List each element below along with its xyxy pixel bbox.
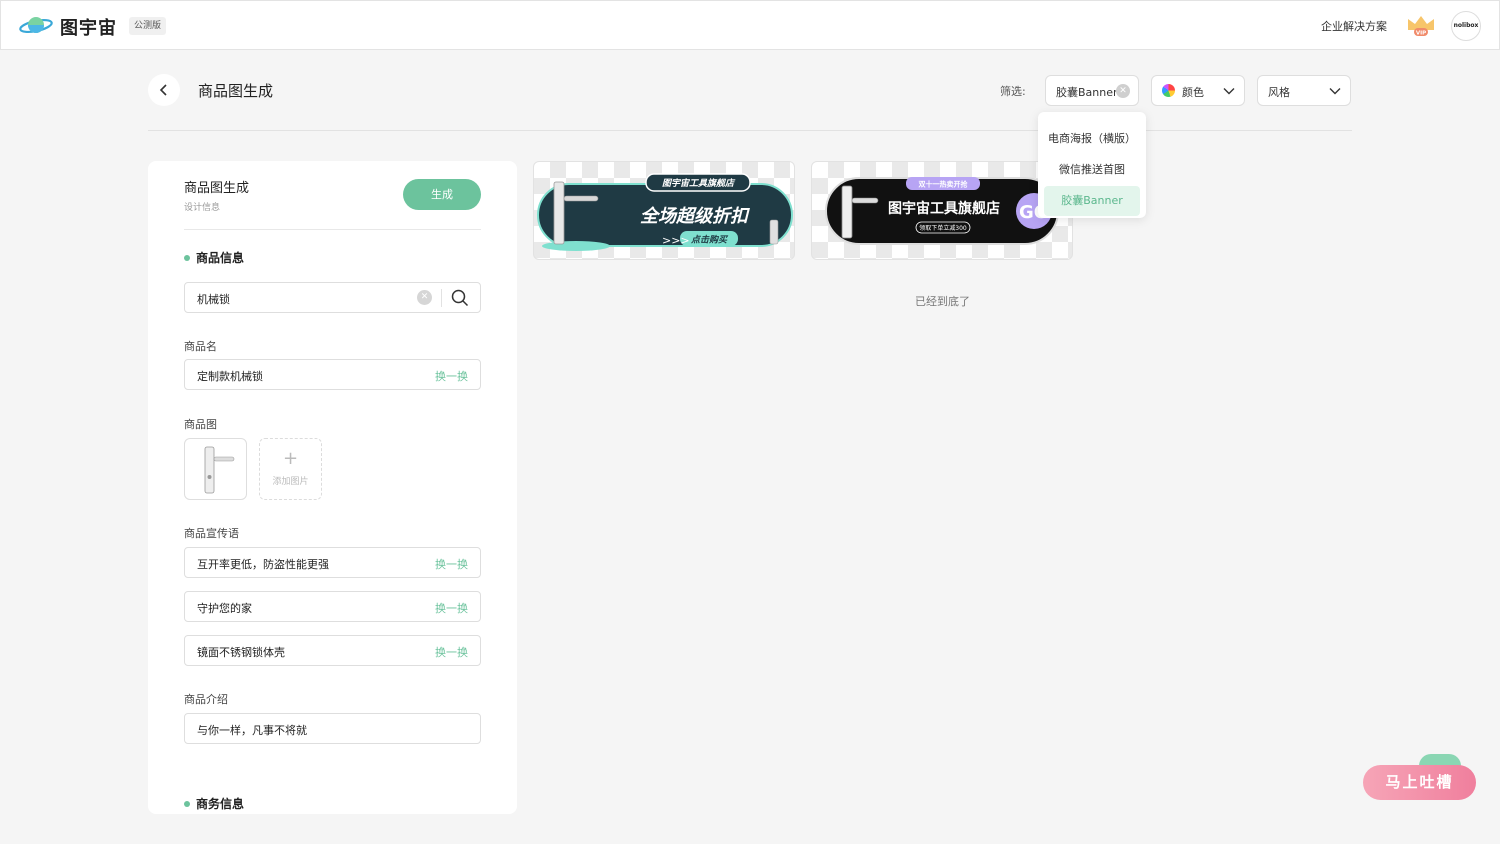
generate-button[interactable]: 生成 xyxy=(403,179,481,210)
add-image-button[interactable]: + 添加图片 xyxy=(259,438,322,500)
section-dot xyxy=(184,254,190,261)
design-info-panel: 商品图生成 设计信息 生成 商品信息 机械锁 ✕ 商品名 定制款机械锁 换一换 … xyxy=(148,161,517,814)
vip-crown-icon[interactable]: VIP xyxy=(1405,14,1437,38)
size-filter-value: 胶囊Banner xyxy=(1056,86,1118,99)
feedback-button[interactable]: 马上吐槽 xyxy=(1363,765,1476,800)
product-info-heading: 商品信息 xyxy=(184,249,244,266)
slogan-value: 镜面不锈钢锁体壳 xyxy=(197,646,285,659)
product-image-label: 商品图 xyxy=(184,418,217,431)
swap-button[interactable]: 换一换 xyxy=(435,644,468,660)
header-divider xyxy=(148,130,1352,131)
end-of-list-text: 已经到底了 xyxy=(915,295,970,308)
avatar[interactable]: nolibox xyxy=(1451,11,1481,41)
slogan-input[interactable]: 互开率更低，防盗性能更强 换一换 xyxy=(184,547,481,578)
size-filter-dropdown: 电商海报（横版） 微信推送首图 胶囊Banner xyxy=(1038,112,1146,218)
product-intro-input[interactable]: 与你一样，凡事不将就 xyxy=(184,713,481,744)
business-info-heading: 商务信息 xyxy=(184,795,244,812)
vip-label: VIP xyxy=(1416,31,1426,37)
slogan-value: 互开率更低，防盗性能更强 xyxy=(197,558,329,571)
door-lock-image xyxy=(204,446,235,494)
chevron-down-icon xyxy=(1223,88,1235,95)
dropdown-option-ecommerce-poster[interactable]: 电商海报（横版） xyxy=(1044,124,1140,154)
product-intro-value: 与你一样，凡事不将就 xyxy=(197,724,307,737)
color-wheel-icon xyxy=(1162,84,1175,97)
swap-button[interactable]: 换一换 xyxy=(435,368,468,384)
color-filter-label: 颜色 xyxy=(1182,86,1204,99)
card-cta: 点击购买 xyxy=(690,235,729,246)
top-bar: 图宇宙 公测版 企业解决方案 VIP nolibox xyxy=(0,0,1500,50)
product-name-label: 商品名 xyxy=(184,340,217,353)
plus-icon: + xyxy=(282,448,299,469)
clear-icon[interactable]: ✕ xyxy=(1116,84,1130,98)
panel-title: 商品图生成 xyxy=(184,181,250,196)
dropdown-option-wechat-cover[interactable]: 微信推送首图 xyxy=(1044,155,1140,185)
brand-name[interactable]: 图宇宙 xyxy=(60,14,117,40)
product-name-value: 定制款机械锁 xyxy=(197,370,263,383)
filter-label: 筛选: xyxy=(1000,85,1026,98)
swap-button[interactable]: 换一换 xyxy=(435,600,468,616)
slogan-label: 商品宣传语 xyxy=(184,527,239,540)
product-image-thumbnail[interactable] xyxy=(184,438,247,500)
product-name-input[interactable]: 定制款机械锁 换一换 xyxy=(184,359,481,390)
slogan-input[interactable]: 守护您的家 换一换 xyxy=(184,591,481,622)
dropdown-option-capsule-banner[interactable]: 胶囊Banner xyxy=(1044,186,1140,216)
chevron-left-icon xyxy=(159,84,167,96)
style-filter-label: 风格 xyxy=(1268,86,1290,99)
card-store-tag: 图宇宙工具旗舰店 xyxy=(662,178,736,189)
planet-logo-icon[interactable] xyxy=(19,13,53,39)
slogan-value: 守护您的家 xyxy=(197,602,252,615)
enterprise-solutions-link[interactable]: 企业解决方案 xyxy=(1321,18,1387,34)
beta-badge: 公测版 xyxy=(129,17,167,35)
capsule-banner-preview: 双十一热卖开抢 图宇宙工具旗舰店 领取下单立减300 GO xyxy=(825,177,1059,245)
search-value: 机械锁 xyxy=(197,293,230,306)
svg-text:>>>: >>> xyxy=(662,234,690,247)
product-search-input[interactable]: 机械锁 ✕ xyxy=(184,282,481,313)
capsule-banner-preview: 图宇宙工具旗舰店 全场超级折扣 点击购买 >>> xyxy=(537,173,793,251)
panel-divider xyxy=(184,229,481,230)
search-icon[interactable] xyxy=(451,289,469,307)
chevron-down-icon xyxy=(1329,88,1341,95)
product-intro-label: 商品介绍 xyxy=(184,693,228,706)
card-headline: 全场超级折扣 xyxy=(640,206,750,227)
search-separator xyxy=(441,289,442,307)
card-promo-tag: 双十一热卖开抢 xyxy=(919,180,969,189)
style-filter-select[interactable]: 风格 xyxy=(1257,75,1351,106)
result-card[interactable]: 双十一热卖开抢 图宇宙工具旗舰店 领取下单立减300 GO xyxy=(811,161,1073,260)
clear-icon[interactable]: ✕ xyxy=(417,290,432,305)
panel-subtitle: 设计信息 xyxy=(184,203,221,213)
page-title: 商品图生成 xyxy=(198,82,274,100)
card-discount-text: 领取下单立减300 xyxy=(919,224,967,232)
color-filter-select[interactable]: 颜色 xyxy=(1151,75,1245,106)
back-button[interactable] xyxy=(148,74,180,106)
section-dot xyxy=(184,800,190,807)
swap-button[interactable]: 换一换 xyxy=(435,556,468,572)
slogan-input[interactable]: 镜面不锈钢锁体壳 换一换 xyxy=(184,635,481,666)
result-card[interactable]: 图宇宙工具旗舰店 全场超级折扣 点击购买 >>> xyxy=(533,161,795,260)
add-image-label: 添加图片 xyxy=(272,477,309,487)
size-filter-select[interactable]: 胶囊Banner ✕ xyxy=(1045,75,1139,106)
card-headline: 图宇宙工具旗舰店 xyxy=(888,200,1000,217)
